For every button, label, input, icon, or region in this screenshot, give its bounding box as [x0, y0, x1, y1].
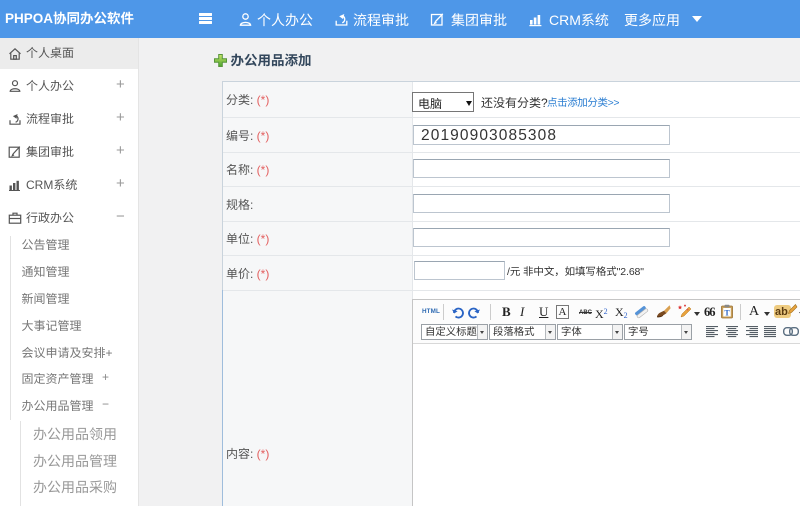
svg-text:T: T [724, 309, 730, 318]
